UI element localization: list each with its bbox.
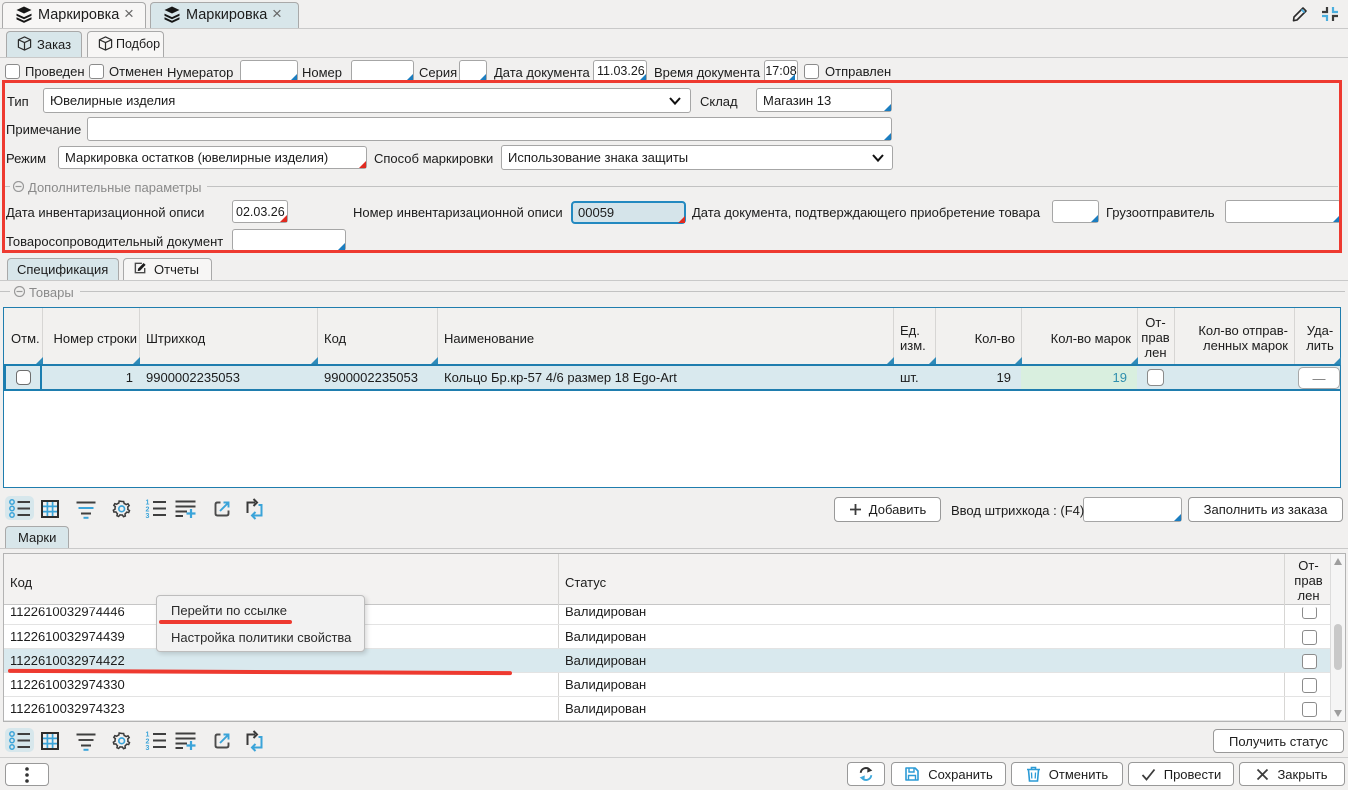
svg-text:3: 3 [146, 745, 150, 750]
svg-text:3: 3 [146, 513, 150, 518]
